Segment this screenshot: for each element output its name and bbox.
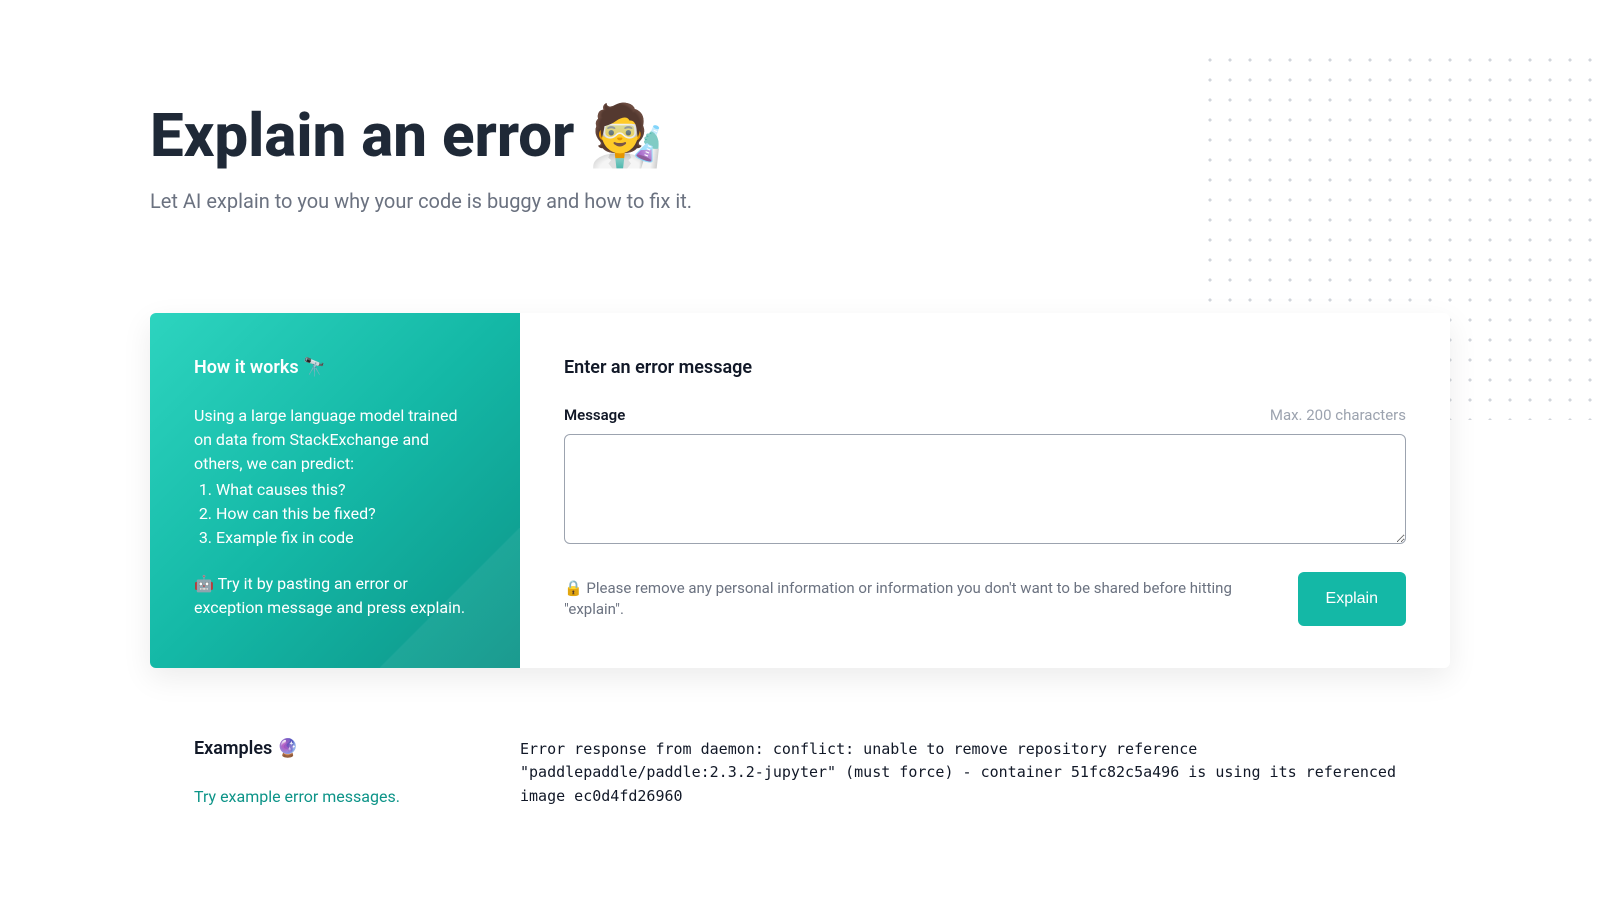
sidebar-title: How it works 🔭 bbox=[194, 357, 476, 378]
page-subtitle: Let AI explain to you why your code is b… bbox=[150, 189, 1450, 213]
sidebar-list-item: Example fix in code bbox=[216, 526, 476, 550]
sidebar-list-item: How can this be fixed? bbox=[216, 502, 476, 526]
char-limit-label: Max. 200 characters bbox=[1270, 406, 1406, 424]
label-row: Message Max. 200 characters bbox=[564, 406, 1406, 424]
sidebar-tryit: 🤖 Try it by pasting an error or exceptio… bbox=[194, 572, 476, 620]
error-message-input[interactable] bbox=[564, 434, 1406, 544]
examples-left: Examples 🔮 Try example error messages. bbox=[150, 738, 520, 808]
panel-title: Enter an error message bbox=[564, 357, 1406, 378]
example-error-code[interactable]: Error response from daemon: conflict: un… bbox=[520, 738, 1450, 808]
sidebar-intro: Using a large language model trained on … bbox=[194, 404, 476, 476]
examples-section: Examples 🔮 Try example error messages. E… bbox=[150, 738, 1450, 808]
page-title: Explain an error 🧑‍🔬 bbox=[150, 100, 1450, 171]
page-container: Explain an error 🧑‍🔬 Let AI explain to y… bbox=[0, 0, 1600, 808]
message-label: Message bbox=[564, 406, 625, 424]
sidebar-list-item: What causes this? bbox=[216, 478, 476, 502]
how-it-works-sidebar: How it works 🔭 Using a large language mo… bbox=[150, 313, 520, 668]
bottom-row: 🔒 Please remove any personal information… bbox=[564, 572, 1406, 626]
privacy-note: 🔒 Please remove any personal information… bbox=[564, 578, 1268, 620]
explain-button[interactable]: Explain bbox=[1298, 572, 1406, 626]
input-panel: Enter an error message Message Max. 200 … bbox=[520, 313, 1450, 668]
sidebar-list: What causes this? How can this be fixed?… bbox=[194, 478, 476, 550]
main-card: How it works 🔭 Using a large language mo… bbox=[150, 313, 1450, 668]
examples-subtitle: Try example error messages. bbox=[194, 787, 476, 806]
examples-title: Examples 🔮 bbox=[194, 738, 476, 759]
